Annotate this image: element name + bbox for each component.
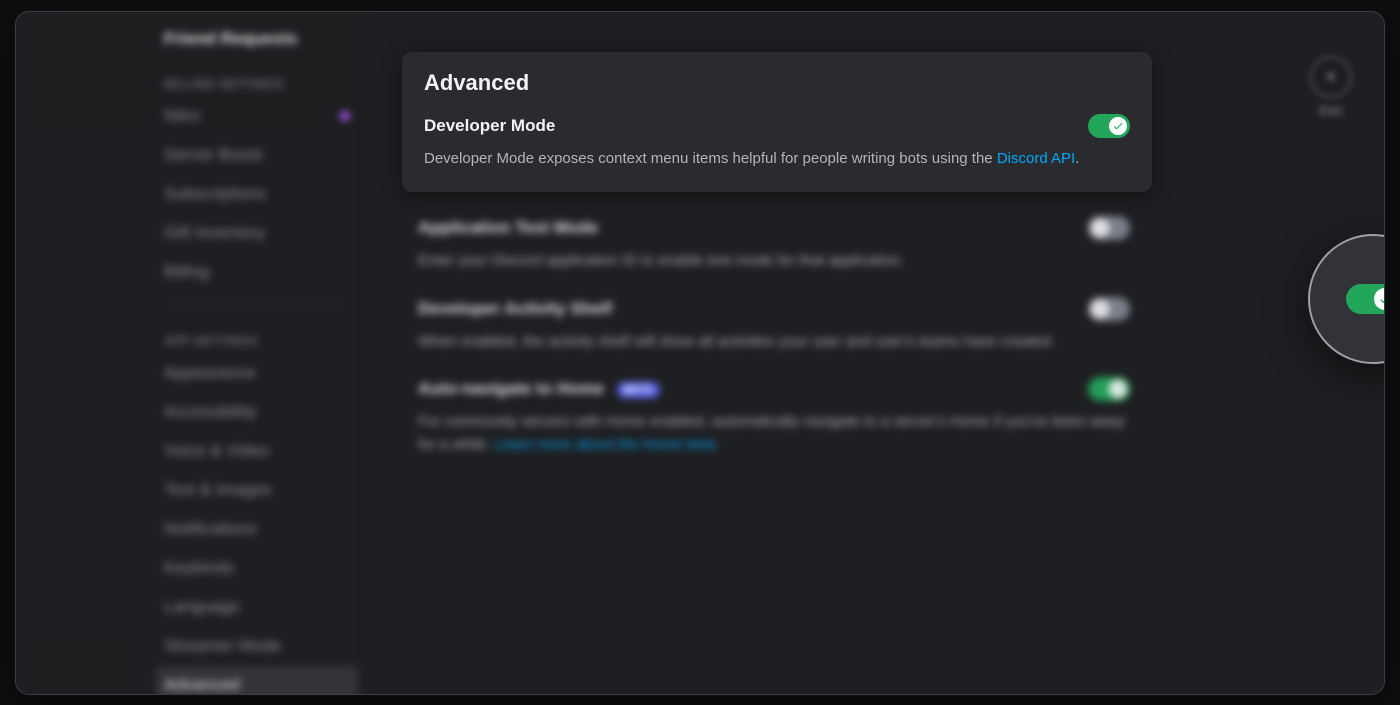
magnified-toggle xyxy=(1346,284,1385,314)
x-icon xyxy=(1094,222,1106,234)
sidebar-item-notifications[interactable]: Notifications xyxy=(156,510,358,548)
check-icon xyxy=(1378,292,1385,306)
sidebar-heading-billing: BILLING SETTINGS xyxy=(156,59,358,97)
page-title: Advanced xyxy=(424,70,1130,96)
toggle-activity-shelf[interactable] xyxy=(1088,297,1130,321)
sidebar-item-advanced[interactable]: Advanced xyxy=(156,666,358,695)
setting-row: Developer Activity Shelf When enabled, t… xyxy=(402,273,1152,354)
esc-label: ESC xyxy=(1319,104,1344,118)
toggle-developer-mode[interactable] xyxy=(1088,114,1130,138)
divider xyxy=(164,303,350,304)
toggle-auto-home[interactable] xyxy=(1088,377,1130,401)
learn-more-link[interactable]: Learn more about the Home beta xyxy=(495,436,716,453)
toggle-knob xyxy=(1109,380,1127,398)
settings-window: Friend Requests BILLING SETTINGS Nitro S… xyxy=(15,11,1385,695)
sidebar-item-subscriptions[interactable]: Subscriptions xyxy=(156,175,358,213)
toggle-knob xyxy=(1109,117,1127,135)
toggle-knob xyxy=(1091,219,1109,237)
discord-api-link[interactable]: Discord API xyxy=(997,150,1075,167)
setting-title-activity-shelf: Developer Activity Shelf xyxy=(418,299,612,319)
setting-row: Auto-navigate to Home BETA For community… xyxy=(402,353,1152,456)
sidebar-item-friend-requests[interactable]: Friend Requests xyxy=(156,20,358,58)
sidebar-item-keybinds[interactable]: Keybinds xyxy=(156,549,358,587)
sidebar-item-billing[interactable]: Billing xyxy=(156,253,358,291)
setting-title-auto-home: Auto-navigate to Home xyxy=(418,379,604,398)
sidebar: Friend Requests BILLING SETTINGS Nitro S… xyxy=(16,12,366,694)
sidebar-item-gift-inventory[interactable]: Gift Inventory xyxy=(156,214,358,252)
setting-row: Application Test Mode Enter your Discord… xyxy=(402,192,1152,273)
setting-desc-developer-mode: Developer Mode exposes context menu item… xyxy=(424,148,1130,171)
nitro-indicator-icon xyxy=(340,111,350,121)
setting-desc: Enter your Discord application ID to ena… xyxy=(418,250,1130,273)
sidebar-item-accessibility[interactable]: Accessibility xyxy=(156,393,358,431)
x-icon xyxy=(1094,303,1106,315)
toggle-knob xyxy=(1374,288,1385,310)
sidebar-item-voice-video[interactable]: Voice & Video xyxy=(156,432,358,470)
close-button[interactable] xyxy=(1310,56,1352,98)
setting-desc: For community servers with Home enabled,… xyxy=(418,411,1130,456)
toggle-knob xyxy=(1091,300,1109,318)
sidebar-heading-app: APP SETTINGS xyxy=(156,316,358,354)
sidebar-item-text-images[interactable]: Text & Images xyxy=(156,471,358,509)
advanced-card: Advanced Developer Mode Developer Mode e… xyxy=(402,52,1152,193)
toggle-app-test-mode[interactable] xyxy=(1088,216,1130,240)
setting-title-app-test-mode: Application Test Mode xyxy=(418,218,598,238)
check-icon xyxy=(1112,383,1124,395)
beta-badge: BETA xyxy=(617,382,660,398)
desc-text: Developer Mode exposes context menu item… xyxy=(424,150,997,167)
sidebar-item-streamer-mode[interactable]: Streamer Mode xyxy=(156,627,358,665)
check-icon xyxy=(1112,120,1124,132)
desc-text: . xyxy=(1075,150,1079,167)
close-icon xyxy=(1322,68,1340,86)
sidebar-item-label: Nitro xyxy=(164,106,200,126)
sidebar-item-appearance[interactable]: Appearance xyxy=(156,354,358,392)
sidebar-item-server-boost[interactable]: Server Boost xyxy=(156,136,358,174)
setting-title-developer-mode: Developer Mode xyxy=(424,116,555,136)
setting-desc: When enabled, the activity shelf will sh… xyxy=(418,331,1130,354)
sidebar-item-language[interactable]: Language xyxy=(156,588,358,626)
main-content: ESC Advanced Developer Mode Developer Mo… xyxy=(366,12,1384,694)
sidebar-item-nitro[interactable]: Nitro xyxy=(156,97,358,135)
